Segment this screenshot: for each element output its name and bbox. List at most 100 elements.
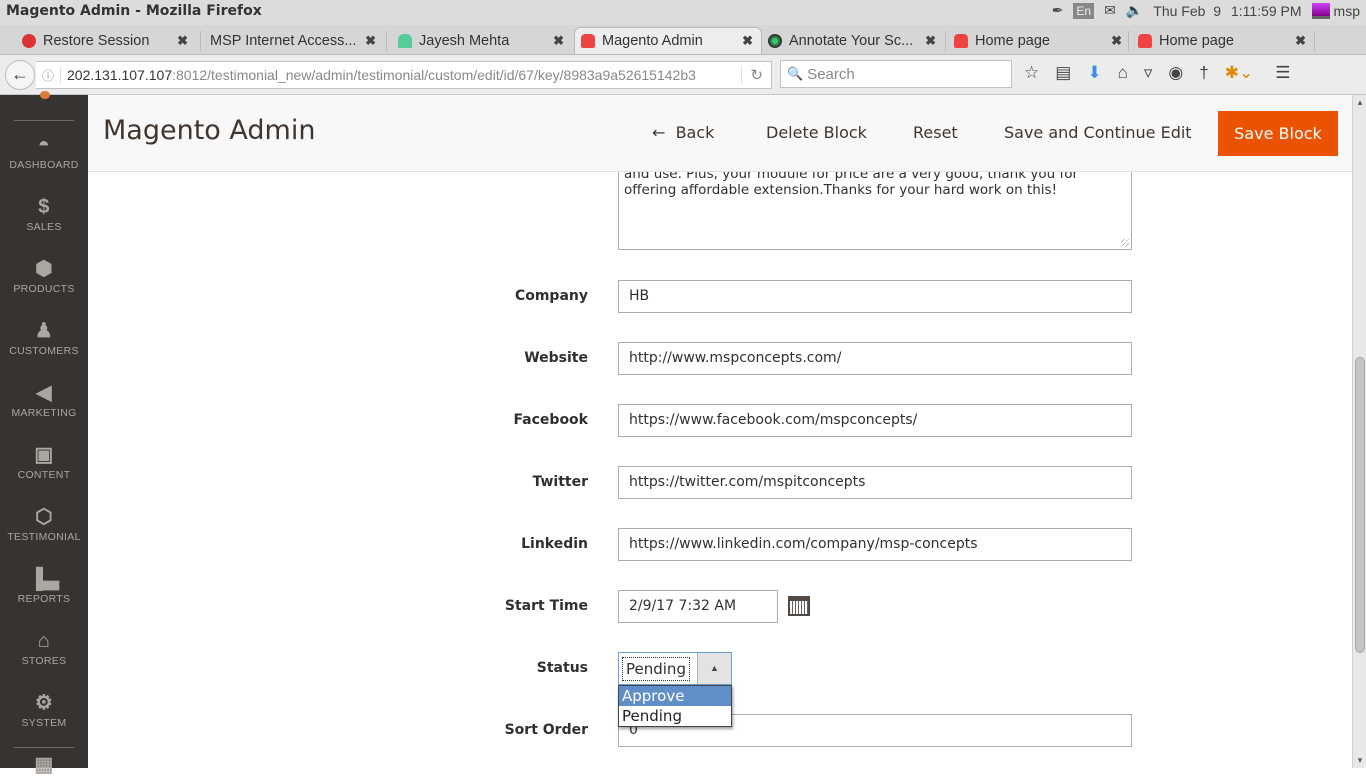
scrollbar-thumb[interactable] [1355,357,1365,653]
close-icon[interactable]: ✖ [1111,33,1122,49]
tab-label: Magento Admin [602,33,703,49]
status-select[interactable]: Pending ▲ [618,652,732,685]
sidebar-item-label: MARKETING [11,407,77,419]
gear-icon: ⚙ [34,692,54,714]
sidebar-item-testimonial[interactable]: ⬡ TESTIMONIAL [0,505,88,543]
status-label: Status [536,660,588,676]
page-scrollbar[interactable]: ▴ ▾ [1352,95,1366,768]
arrow-left-icon: ← [652,123,676,142]
browser-tab-bar: Restore Session ✖ MSP Internet Access...… [0,25,1366,78]
browser-back-button[interactable]: ← [5,60,35,90]
sidebar-item-label: SYSTEM [21,717,67,729]
mail-icon[interactable]: ✉ [1104,2,1116,19]
start-time-input[interactable]: 2/9/17 7:32 AM [618,590,778,623]
reset-button[interactable]: Reset [913,123,958,142]
tab-separator [1128,31,1129,51]
tab-label: Restore Session [43,32,150,49]
tab-restore-session[interactable]: Restore Session ✖ [16,27,196,54]
reading-list-icon[interactable]: ▤ [1055,63,1071,83]
home-icon[interactable]: ⌂ [1118,63,1128,83]
sidebar-item-dashboard[interactable]: ◓ DASHBOARD [0,133,88,171]
close-icon[interactable]: ✖ [177,33,188,49]
download-icon[interactable]: ⬇ [1087,63,1101,83]
system-tray: ✒ En ✉ 🔈 Thu Feb 9 1:11:59 PM msp [1052,2,1360,19]
twitter-input[interactable]: https://twitter.com/mspitconcepts [618,466,1132,499]
person-icon: ♟ [34,320,54,342]
magento-icon [581,34,595,48]
website-input[interactable]: http://www.mspconcepts.com/ [618,342,1132,375]
tab-magento-admin[interactable]: Magento Admin ✖ [574,27,762,54]
annotate-extension-icon[interactable]: ◉ [1168,63,1183,83]
twitter-row: Twitter https://twitter.com/mspitconcept… [88,466,1352,499]
reload-icon[interactable]: ↻ [741,66,763,84]
tab-annotate[interactable]: Annotate Your Sc... ✖ [762,27,944,54]
user-name[interactable]: msp [1334,3,1360,19]
info-icon[interactable]: ⓘ [36,67,60,84]
save-block-button[interactable]: Save Block [1218,111,1338,156]
sidebar-item-extensions[interactable]: ▦ [0,753,88,779]
close-icon[interactable]: ✖ [1295,33,1306,49]
annotate-icon [768,33,782,48]
save-continue-button[interactable]: Save and Continue Edit [1004,123,1192,142]
company-row: Company HB [88,280,1352,313]
website-row: Website http://www.mspconcepts.com/ [88,342,1352,375]
magento-admin-app: ◓ DASHBOARD $ SALES ⬢ PRODUCTS ♟ CUSTOME… [0,91,1366,776]
tab-home-page-2[interactable]: Home page ✖ [1132,27,1314,54]
url-text[interactable]: 202.131.107.107:8012/testimonial_new/adm… [60,67,696,83]
pin-icon[interactable]: † [1199,63,1208,83]
tab-msp-internet-access[interactable]: MSP Internet Access... ✖ [204,27,384,54]
sidebar-item-stores[interactable]: ⌂ STORES [0,629,88,667]
page-header: Magento Admin ← Back Delete Block Reset … [88,95,1352,172]
scroll-down-icon[interactable]: ▾ [1353,755,1366,766]
back-button[interactable]: ← Back [652,123,714,142]
close-icon[interactable]: ✖ [742,33,753,49]
close-icon[interactable]: ✖ [553,33,564,49]
linkedin-input[interactable]: https://www.linkedin.com/company/msp-con… [618,528,1132,561]
chevron-up-icon[interactable]: ▲ [697,653,731,684]
status-option-approve[interactable]: Approve [619,686,731,706]
search-input[interactable]: 🔍 Search [780,60,1012,88]
sidebar-item-customers[interactable]: ♟ CUSTOMERS [0,319,88,357]
tab-jayesh-mehta[interactable]: Jayesh Mehta ✖ [392,27,572,54]
delete-block-button[interactable]: Delete Block [766,123,867,142]
tab-separator [1314,31,1315,51]
magento-logo[interactable] [40,91,50,99]
sidebar-item-sales[interactable]: $ SALES [0,195,88,233]
facebook-input[interactable]: https://www.facebook.com/mspconcepts/ [618,404,1132,437]
status-option-pending[interactable]: Pending [619,706,731,726]
linkedin-row: Linkedin https://www.linkedin.com/compan… [88,528,1352,561]
monitor-icon[interactable] [1311,2,1330,19]
megaphone-icon: ◀ [36,382,52,404]
url-bar[interactable]: ⓘ 202.131.107.107:8012/testimonial_new/a… [36,61,772,89]
bookmark-star-icon[interactable]: ☆ [1024,63,1039,83]
content-textarea[interactable]: and use. Plus, your module for price are… [618,162,1132,250]
magento-icon [954,33,968,48]
close-icon[interactable]: ✖ [365,33,376,49]
sidebar-item-content[interactable]: ▣ CONTENT [0,443,88,481]
window-title: Magento Admin - Mozilla Firefox [6,3,262,19]
menu-hamburger-icon[interactable]: ☰ [1275,63,1290,83]
website-label: Website [524,350,588,366]
sidebar-item-marketing[interactable]: ◀ MARKETING [0,381,88,419]
sidebar-item-label: CONTENT [17,469,71,481]
sidebar-item-reports[interactable]: ▐▃ REPORTS [0,567,88,605]
sidebar-item-label: CUSTOMERS [9,345,79,357]
facebook-row: Facebook https://www.facebook.com/mspcon… [88,404,1352,437]
tab-home-page-1[interactable]: Home page ✖ [948,27,1130,54]
language-indicator[interactable]: En [1073,2,1095,19]
cloud-icon [398,33,412,48]
company-input[interactable]: HB [618,280,1132,313]
volume-icon[interactable]: 🔈 [1126,2,1143,19]
sidebar-item-products[interactable]: ⬢ PRODUCTS [0,257,88,295]
close-icon[interactable]: ✖ [925,33,936,49]
firebug-icon[interactable]: ✱⌄ [1225,63,1254,83]
status-row: Status Pending ▲ Approve Pending [88,652,1352,727]
calendar-icon[interactable] [788,596,810,616]
plug-icon[interactable]: ✒ [1052,2,1064,19]
scroll-up-icon[interactable]: ▴ [1353,97,1366,108]
sidebar-item-system[interactable]: ⚙ SYSTEM [0,691,88,729]
date[interactable]: Thu Feb 9 [1153,3,1221,19]
clock[interactable]: 1:11:59 PM [1231,3,1302,19]
resize-handle[interactable] [1121,239,1129,247]
pocket-icon[interactable]: ▿ [1144,63,1153,83]
